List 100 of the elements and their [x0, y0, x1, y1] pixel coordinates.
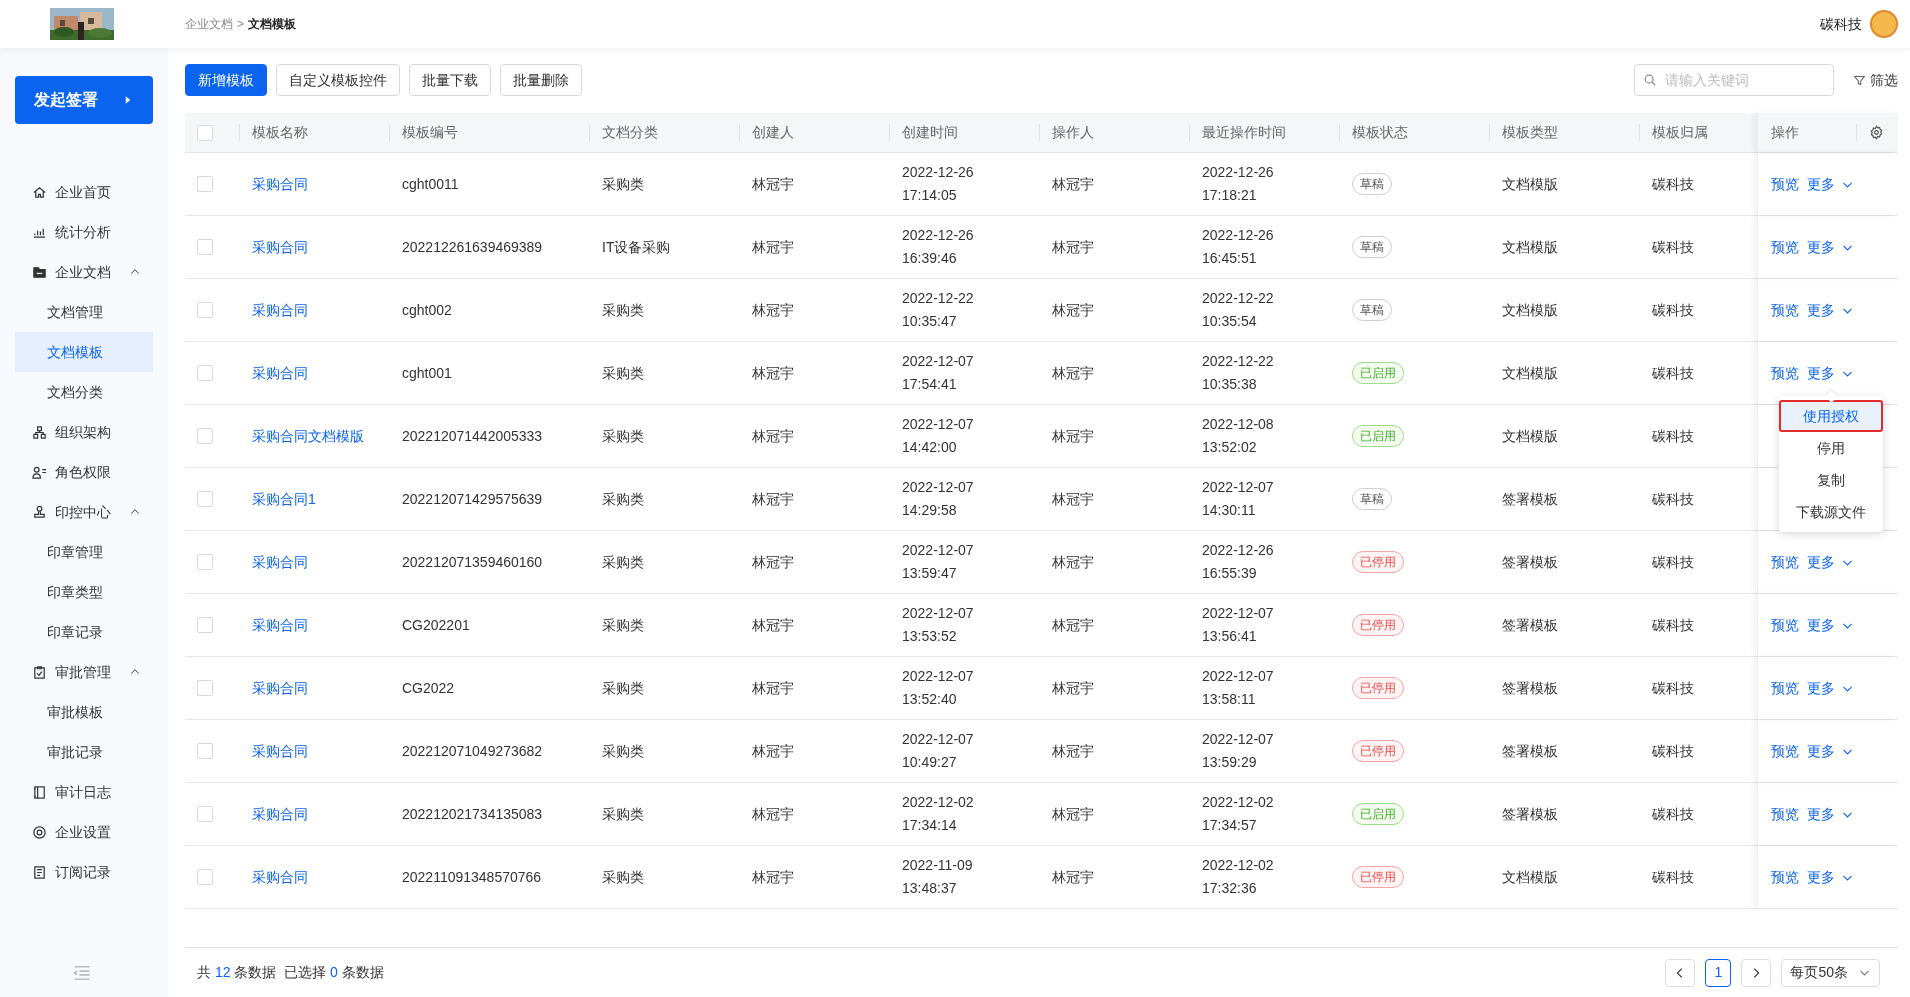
more-link[interactable]: 更多	[1807, 173, 1854, 195]
sidebar-subitem[interactable]: 文档模板	[15, 332, 153, 372]
sidebar-item[interactable]: 组织架构	[15, 412, 153, 452]
sidebar-item[interactable]: 企业文档	[15, 252, 153, 292]
table-cell: 签署模板	[1502, 490, 1558, 507]
sidebar-subitem[interactable]: 审批记录	[15, 732, 153, 772]
template-name-link[interactable]: 采购合同1	[252, 490, 316, 507]
sidebar-item[interactable]: 企业设置	[15, 812, 153, 852]
more-link[interactable]: 更多	[1807, 866, 1854, 888]
row-checkbox[interactable]	[197, 302, 213, 318]
table-cell: 碳科技	[1652, 427, 1694, 444]
table-cell: 碳科技	[1652, 616, 1694, 633]
menu-item[interactable]: 复制	[1779, 464, 1883, 496]
preview-link[interactable]: 预览	[1771, 677, 1799, 699]
page-button[interactable]: 1	[1705, 958, 1732, 987]
table-cell: 采购类	[602, 742, 644, 759]
user-name[interactable]: 碳科技	[1820, 13, 1862, 35]
preview-link[interactable]: 预览	[1771, 299, 1799, 321]
row-checkbox[interactable]	[197, 806, 213, 822]
sidebar-subitem[interactable]: 印章类型	[15, 572, 153, 612]
template-name-link[interactable]: 采购合同	[252, 553, 308, 570]
table-cell: 林冠宇	[1052, 301, 1094, 318]
row-checkbox[interactable]	[197, 365, 213, 381]
table-cell-text: 2022-12-07 14:29:58	[902, 478, 975, 520]
sidebar-subitem[interactable]: 文档分类	[15, 372, 153, 412]
template-name-link[interactable]: 采购合同	[252, 805, 308, 822]
collapse-menu-icon[interactable]	[72, 963, 92, 983]
template-name-link[interactable]: 采购合同	[252, 616, 308, 633]
previous-page-button[interactable]	[1665, 958, 1696, 987]
sidebar-item[interactable]: 审计日志	[15, 772, 153, 812]
table-cell-text: 2022-12-07 17:54:41	[902, 352, 975, 394]
more-link[interactable]: 更多	[1807, 740, 1854, 762]
menu-item[interactable]: 使用授权	[1779, 400, 1883, 432]
sidebar-item[interactable]: 角色权限	[15, 452, 153, 492]
row-checkbox[interactable]	[197, 869, 213, 885]
sign-button[interactable]: 发起签署	[15, 76, 153, 124]
template-name-link[interactable]: 采购合同	[252, 175, 308, 192]
preview-link[interactable]: 预览	[1771, 803, 1799, 825]
more-link[interactable]: 更多	[1807, 677, 1854, 699]
sidebar-item[interactable]: 审批管理	[15, 652, 153, 692]
page-size-select[interactable]: 每页50条	[1781, 958, 1880, 987]
row-checkbox[interactable]	[197, 428, 213, 444]
preview-link[interactable]: 预览	[1771, 614, 1799, 636]
toolbar-button[interactable]: 自定义模板控件	[276, 64, 400, 96]
template-name-link[interactable]: 采购合同	[252, 301, 308, 318]
sidebar-subitem[interactable]: 印章记录	[15, 612, 153, 652]
table-cell: 签署模板	[1502, 616, 1558, 633]
table-cell-text: 2022-12-26 16:39:46	[902, 226, 975, 268]
select-all-checkbox[interactable]	[197, 124, 213, 141]
toolbar-button[interactable]: 新增模板	[185, 64, 267, 96]
menu-item[interactable]: 下载源文件	[1779, 496, 1883, 528]
row-checkbox[interactable]	[197, 491, 213, 507]
table-cell: 碳科技	[1652, 175, 1694, 192]
sidebar-subitem[interactable]: 审批模板	[15, 692, 153, 732]
sidebar-item[interactable]: 订阅记录	[15, 852, 153, 892]
preview-link[interactable]: 预览	[1771, 362, 1799, 384]
table-cell: 林冠宇	[1052, 427, 1094, 444]
row-checkbox[interactable]	[197, 743, 213, 759]
more-link[interactable]: 更多	[1807, 614, 1854, 636]
sidebar-item[interactable]: 统计分析	[15, 212, 153, 252]
sidebar-item[interactable]: 企业首页	[15, 172, 153, 212]
table-cell: 文档模版	[1502, 175, 1558, 192]
row-checkbox[interactable]	[197, 176, 213, 192]
table-cell: 林冠宇	[752, 427, 794, 444]
preview-link[interactable]: 预览	[1771, 740, 1799, 762]
settings-icon[interactable]	[1869, 125, 1884, 140]
row-checkbox[interactable]	[197, 617, 213, 633]
template-name-link[interactable]: 采购合同	[252, 742, 308, 759]
user-avatar[interactable]	[1870, 10, 1898, 38]
row-checkbox[interactable]	[197, 554, 213, 570]
preview-link[interactable]: 预览	[1771, 866, 1799, 888]
template-name-link[interactable]: 采购合同	[252, 238, 308, 255]
sidebar-subitem[interactable]: 印章管理	[15, 532, 153, 572]
breadcrumb-link[interactable]: 企业文档	[185, 15, 233, 33]
row-checkbox[interactable]	[197, 239, 213, 255]
preview-link[interactable]: 预览	[1771, 173, 1799, 195]
table-cell: IT设备采购	[602, 238, 671, 255]
preview-link[interactable]: 预览	[1771, 236, 1799, 258]
filter-button[interactable]: 筛选	[1853, 69, 1898, 91]
template-name-link[interactable]: 采购合同	[252, 868, 308, 885]
toolbar-button[interactable]: 批量下载	[409, 64, 491, 96]
template-name-link[interactable]: 采购合同	[252, 364, 308, 381]
preview-link[interactable]: 预览	[1771, 551, 1799, 573]
sidebar-subitem[interactable]: 文档管理	[15, 292, 153, 332]
table-cell: 林冠宇	[1052, 364, 1094, 381]
toolbar-button[interactable]: 批量删除	[500, 64, 582, 96]
template-name-link[interactable]: 采购合同文档模版	[252, 427, 364, 444]
menu-item[interactable]: 停用	[1779, 432, 1883, 464]
more-link[interactable]: 更多	[1807, 299, 1854, 321]
more-link[interactable]: 更多	[1807, 362, 1854, 384]
table-cell: 林冠宇	[1052, 553, 1094, 570]
row-checkbox[interactable]	[197, 680, 213, 696]
next-page-button[interactable]	[1741, 958, 1772, 987]
column-header: 模板状态	[1352, 123, 1408, 142]
more-link[interactable]: 更多	[1807, 236, 1854, 258]
more-link[interactable]: 更多	[1807, 551, 1854, 573]
search-field[interactable]: 请输入关键词	[1634, 64, 1834, 96]
template-name-link[interactable]: 采购合同	[252, 679, 308, 696]
sidebar-item[interactable]: 印控中心	[15, 492, 153, 532]
more-link[interactable]: 更多	[1807, 803, 1854, 825]
